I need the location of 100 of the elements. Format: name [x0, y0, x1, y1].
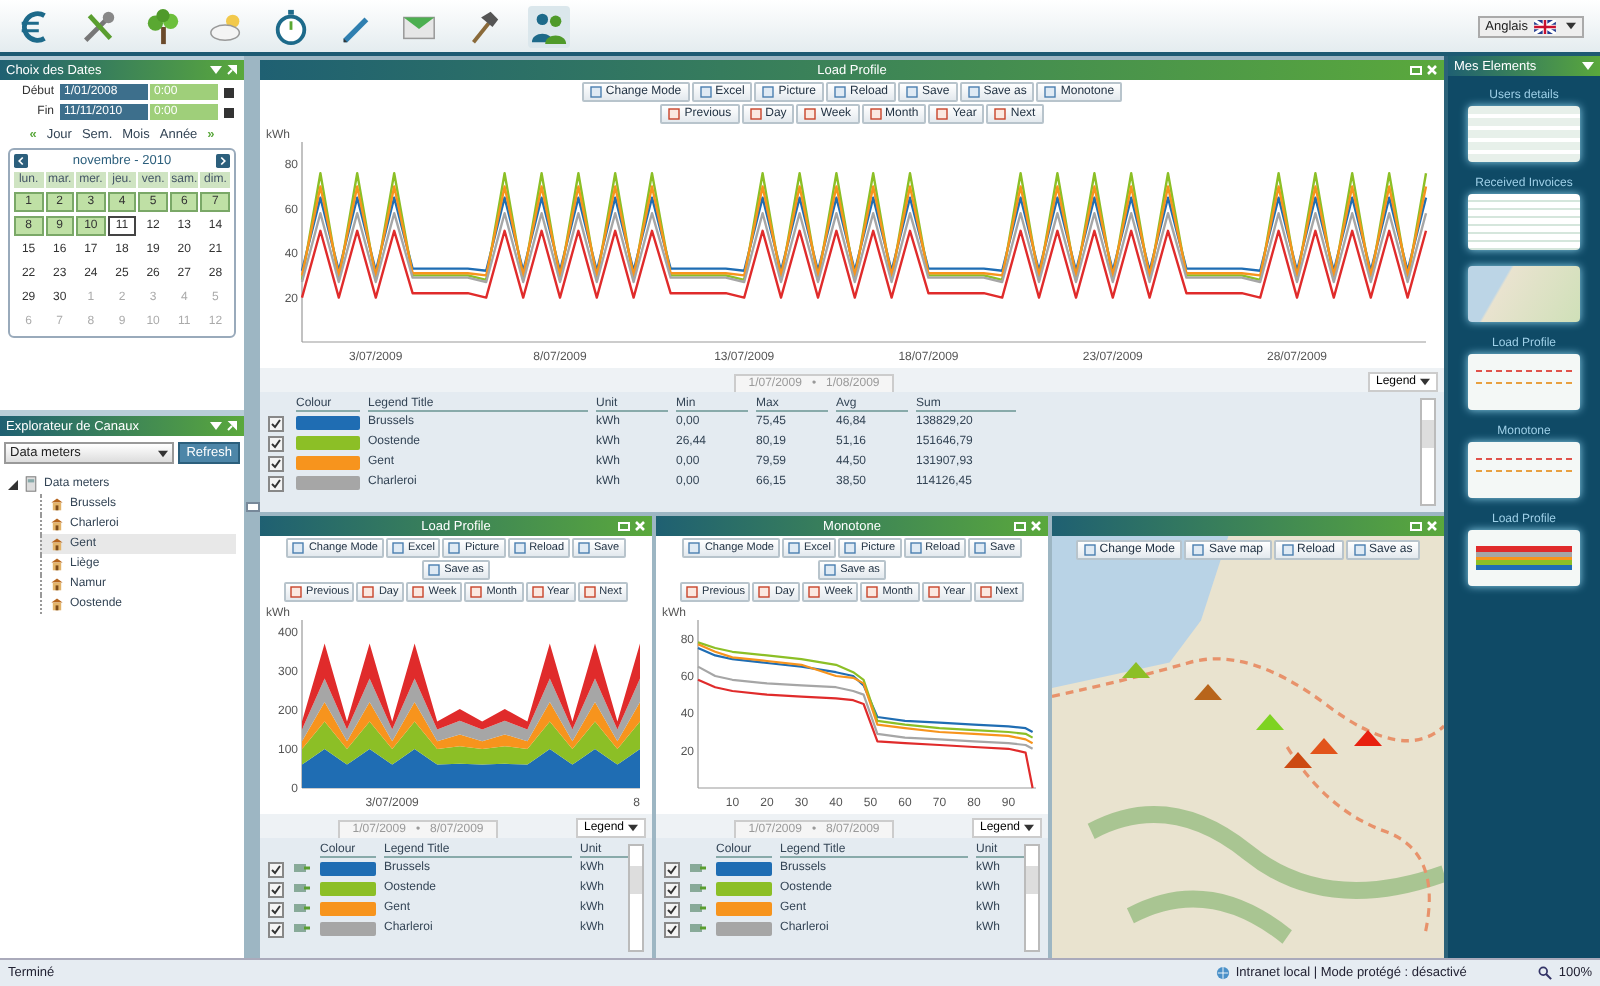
map-marker[interactable]	[1193, 683, 1222, 700]
chart-icon[interactable]	[294, 902, 310, 914]
calendar-icon	[869, 108, 882, 120]
caret-icon	[1566, 22, 1576, 30]
checkbox[interactable]	[268, 902, 284, 918]
checkbox[interactable]	[664, 902, 680, 918]
calendar-icon	[866, 586, 879, 598]
page-icon	[1044, 86, 1057, 98]
page-icon	[1353, 544, 1366, 556]
calendar-icon	[927, 586, 939, 598]
close-icon[interactable]	[1426, 520, 1438, 532]
checkbox[interactable]	[664, 882, 680, 898]
checkbox[interactable]	[268, 456, 284, 472]
chart-icon[interactable]	[690, 902, 706, 914]
chart-icon[interactable]	[690, 922, 706, 934]
calendar-icon	[979, 586, 992, 598]
calendar-icon	[994, 108, 1007, 120]
calendar-icon	[290, 586, 303, 598]
checkbox[interactable]	[268, 882, 284, 898]
page-icon	[974, 542, 987, 554]
tree-icon[interactable]	[144, 7, 182, 45]
previous-month-icon[interactable]	[14, 154, 28, 168]
invoice-thumbnail[interactable]	[1468, 194, 1580, 250]
next-month-icon[interactable]	[215, 154, 230, 168]
splitter-handle[interactable]	[245, 502, 259, 512]
meter-icon	[24, 476, 38, 492]
collapse-icon[interactable]	[210, 64, 222, 76]
building-icon	[50, 596, 64, 612]
close-icon[interactable]	[1426, 64, 1438, 76]
page-icon	[513, 542, 526, 554]
building-icon	[50, 496, 64, 512]
map-marker[interactable]	[1353, 730, 1382, 747]
chart-icon[interactable]	[690, 862, 706, 874]
stopwatch-icon[interactable]	[272, 7, 310, 45]
chart-icon[interactable]	[294, 882, 310, 894]
restore-icon[interactable]	[1410, 520, 1422, 532]
caret-icon	[1024, 824, 1035, 832]
chart-icon[interactable]	[690, 882, 706, 894]
calendar-icon	[749, 108, 762, 120]
restore-icon[interactable]	[1410, 64, 1422, 76]
map-marker[interactable]	[1283, 751, 1312, 768]
tools-icon[interactable]	[80, 7, 118, 45]
caret-icon	[158, 449, 169, 457]
checkbox[interactable]	[268, 862, 284, 878]
restore-icon[interactable]	[618, 520, 630, 532]
scrollbar[interactable]	[1420, 398, 1436, 506]
page-icon	[833, 86, 846, 98]
chart-icon[interactable]	[294, 862, 310, 874]
restore-icon[interactable]	[1014, 520, 1026, 532]
page-icon	[1281, 544, 1293, 556]
page-icon	[967, 86, 980, 98]
collapse-icon[interactable]	[1582, 60, 1594, 72]
building-icon	[50, 516, 64, 532]
map-thumbnail[interactable]	[1468, 266, 1580, 322]
map-marker[interactable]	[1255, 713, 1284, 730]
building-icon	[50, 556, 64, 572]
line-chart-thumbnail[interactable]	[1468, 442, 1580, 498]
checkbox[interactable]	[268, 922, 284, 938]
pin-icon[interactable]	[226, 420, 238, 432]
checkbox[interactable]	[268, 416, 284, 432]
building-icon	[50, 536, 64, 552]
scrollbar[interactable]	[628, 844, 644, 952]
checkbox[interactable]	[268, 476, 284, 492]
calendar-icon	[362, 586, 375, 598]
line-chart-thumbnail[interactable]	[1468, 354, 1580, 410]
checkbox[interactable]	[268, 436, 284, 452]
area-chart-thumbnail[interactable]	[1468, 530, 1580, 586]
table-thumbnail[interactable]	[1468, 106, 1580, 162]
checkbox[interactable]	[664, 862, 680, 878]
zoom-icon[interactable]	[1538, 966, 1553, 980]
page-icon	[906, 86, 918, 98]
calendar-icon	[804, 108, 817, 120]
map-marker[interactable]	[1310, 738, 1339, 755]
caret-icon	[628, 824, 639, 832]
page-icon	[688, 542, 701, 554]
calendar-icon	[668, 108, 681, 120]
page-icon	[762, 86, 775, 98]
pin-icon[interactable]	[226, 64, 238, 76]
calendar-icon	[758, 586, 771, 598]
checkbox[interactable]	[664, 922, 680, 938]
close-icon[interactable]	[1030, 520, 1042, 532]
flag-icon	[1534, 19, 1556, 33]
calendar-icon	[808, 586, 821, 598]
calendar-icon	[936, 108, 949, 120]
collapse-icon[interactable]	[210, 420, 222, 432]
building-icon	[50, 576, 64, 592]
map-marker[interactable]	[1122, 662, 1151, 679]
calendar-icon	[531, 586, 543, 598]
scrollbar[interactable]	[1024, 844, 1040, 952]
chart-icon[interactable]	[294, 922, 310, 934]
page-icon	[909, 542, 922, 554]
expander-icon[interactable]	[8, 479, 18, 489]
page-icon	[578, 542, 591, 554]
close-icon[interactable]	[634, 520, 646, 532]
page-icon	[1192, 544, 1205, 556]
calendar-icon	[470, 586, 483, 598]
users-icon[interactable]	[528, 5, 570, 47]
page-icon	[699, 86, 712, 98]
page-icon	[292, 542, 305, 554]
globe-icon	[1215, 966, 1230, 980]
